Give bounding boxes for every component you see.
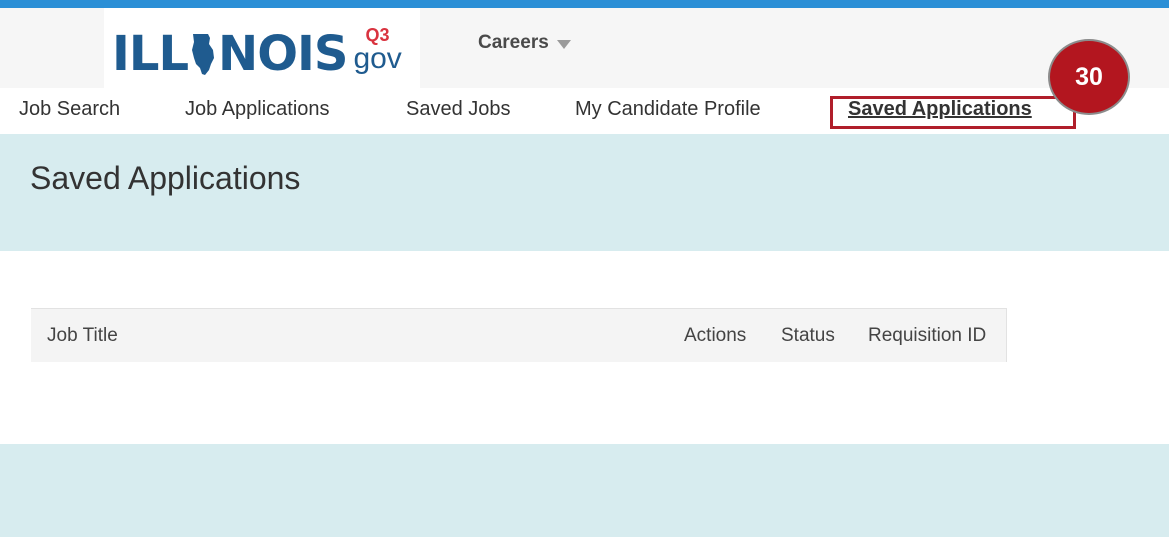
column-header-status[interactable]: Status bbox=[781, 325, 835, 347]
column-header-requisition-id[interactable]: Requisition ID bbox=[868, 325, 986, 347]
logo-text-right: NOIS bbox=[218, 26, 348, 82]
illinois-logo[interactable]: ILL NOIS Q3 gov bbox=[112, 22, 402, 82]
logo-text-left: ILL bbox=[112, 26, 189, 82]
site-header: ILL NOIS Q3 gov Careers bbox=[0, 8, 1169, 88]
page-title: Saved Applications bbox=[30, 160, 301, 196]
title-band: Saved Applications bbox=[0, 134, 1169, 251]
illinois-state-shape-icon bbox=[192, 34, 215, 75]
nav-item-saved-jobs[interactable]: Saved Jobs bbox=[406, 98, 511, 121]
step-number-badge: 30 bbox=[1048, 39, 1130, 115]
nav-item-my-candidate-profile[interactable]: My Candidate Profile bbox=[575, 98, 761, 121]
table-header: Job Title Actions Status Requisition ID bbox=[31, 308, 1007, 362]
page: ILL NOIS Q3 gov Careers Job Search Job A… bbox=[0, 0, 1169, 537]
nav-item-job-search[interactable]: Job Search bbox=[19, 98, 120, 121]
highlight-box bbox=[830, 96, 1076, 129]
nav-item-job-applications[interactable]: Job Applications bbox=[185, 98, 330, 121]
caret-down-icon bbox=[556, 39, 571, 49]
column-header-job-title[interactable]: Job Title bbox=[47, 325, 118, 347]
careers-dropdown[interactable]: Careers bbox=[478, 32, 571, 54]
logo-suffix: Q3 gov bbox=[353, 26, 401, 74]
careers-label: Careers bbox=[478, 32, 549, 53]
column-header-actions: Actions bbox=[684, 325, 747, 346]
logo-gov-text: gov bbox=[353, 42, 402, 75]
footer-band bbox=[0, 444, 1169, 537]
top-accent-bar bbox=[0, 0, 1169, 8]
